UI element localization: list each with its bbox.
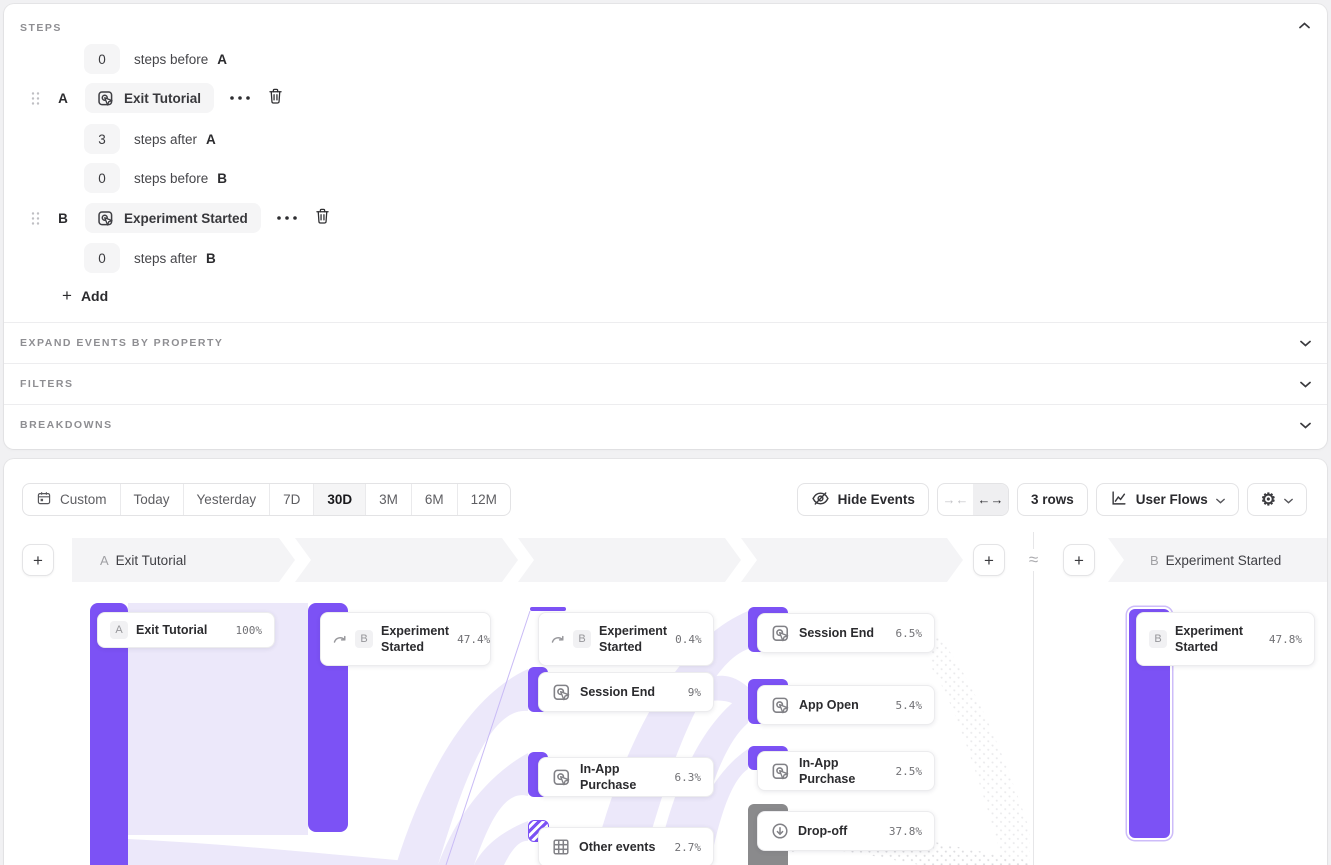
steps-before-a-text: steps before xyxy=(134,52,208,67)
grid-icon xyxy=(551,837,571,857)
step-row-b: B Experiment Started xyxy=(31,203,331,233)
event-cursor-icon xyxy=(770,695,791,716)
delete-step-button[interactable] xyxy=(267,87,284,110)
add-step-label: Add xyxy=(81,288,108,304)
node-label: In-App Purchase xyxy=(580,761,667,794)
step-badge: B xyxy=(573,630,591,648)
event-cursor-icon xyxy=(551,767,572,788)
chevron-down-icon xyxy=(1300,375,1311,393)
step-b-label: B xyxy=(57,211,69,226)
steps-before-a-ref: A xyxy=(217,52,227,67)
section-title: EXPAND EVENTS BY PROPERTY xyxy=(20,337,223,349)
plus-icon: + xyxy=(62,287,72,304)
event-cursor-icon xyxy=(770,761,791,782)
flow-node-card-session-end-65[interactable]: Session End 6.5% xyxy=(757,613,935,653)
event-pill-experiment-started[interactable]: Experiment Started xyxy=(85,203,261,233)
node-label: In-App Purchase xyxy=(799,755,888,788)
flow-node-card-app-open[interactable]: App Open 5.4% xyxy=(757,685,935,725)
chevron-down-icon xyxy=(1300,334,1311,352)
indirect-arrow-icon xyxy=(333,634,347,644)
query-builder-panel: STEPS 0 steps before A A xyxy=(4,4,1327,449)
steps-section-header: STEPS xyxy=(20,18,62,36)
node-label: App Open xyxy=(799,697,859,713)
node-label: Experiment Started xyxy=(381,623,449,656)
node-percent: 47.8% xyxy=(1269,633,1302,646)
node-label: Experiment Started xyxy=(599,623,667,656)
step-a-label: A xyxy=(57,91,69,106)
node-percent: 5.4% xyxy=(896,699,923,712)
node-label: Experiment Started xyxy=(1175,623,1255,656)
node-label: Drop-off xyxy=(798,823,847,839)
indirect-arrow-icon xyxy=(551,634,565,644)
flow-node-card-in-app-purchase-25[interactable]: In-App Purchase 2.5% xyxy=(757,751,935,791)
flow-node-bar-experiment-started-04[interactable] xyxy=(530,607,566,611)
node-label: Other events xyxy=(579,839,655,855)
steps-after-b-input[interactable]: 0 xyxy=(84,243,120,273)
step-row-a: A Exit Tutorial xyxy=(31,83,284,113)
trash-icon xyxy=(314,207,331,230)
event-cursor-icon xyxy=(96,89,115,108)
trash-icon xyxy=(267,87,284,110)
flow-chart-panel: Custom Today Yesterday 7D 30D 3M 6M 12M … xyxy=(4,459,1327,865)
flow-node-card-experiment-started-47[interactable]: B Experiment Started 47.4% xyxy=(320,612,491,666)
chevron-up-icon xyxy=(1299,16,1310,34)
event-cursor-icon xyxy=(96,209,115,228)
arrow-down-circle-icon xyxy=(770,821,790,841)
node-label: Exit Tutorial xyxy=(136,622,207,638)
step-badge: A xyxy=(110,621,128,639)
node-percent: 100% xyxy=(236,624,263,637)
event-pill-exit-tutorial[interactable]: Exit Tutorial xyxy=(85,83,214,113)
steps-after-b-row: 0 steps after B xyxy=(84,243,216,273)
steps-after-b-ref: B xyxy=(206,251,216,266)
step-badge: B xyxy=(1149,630,1167,648)
steps-title: STEPS xyxy=(20,22,62,34)
event-pill-label: Exit Tutorial xyxy=(124,91,201,106)
node-percent: 2.5% xyxy=(896,765,923,778)
steps-before-a-row: 0 steps before A xyxy=(84,44,227,74)
node-percent: 0.4% xyxy=(675,633,702,646)
chevron-down-icon xyxy=(1300,416,1311,434)
section-title: FILTERS xyxy=(20,378,73,390)
steps-after-b-text: steps after xyxy=(134,251,197,266)
step-badge: B xyxy=(355,630,373,648)
section-title: BREAKDOWNS xyxy=(20,419,113,431)
drag-handle-icon[interactable] xyxy=(31,211,40,226)
drag-handle-icon[interactable] xyxy=(31,91,40,106)
steps-before-b-row: 0 steps before B xyxy=(84,163,227,193)
more-options-button[interactable] xyxy=(229,95,251,101)
node-percent: 37.8% xyxy=(889,825,922,838)
node-percent: 6.5% xyxy=(896,627,923,640)
steps-before-b-text: steps before xyxy=(134,171,208,186)
flow-node-card-experiment-started-04[interactable]: B Experiment Started 0.4% xyxy=(538,612,714,666)
section-filters[interactable]: FILTERS xyxy=(4,363,1327,404)
steps-collapse-button[interactable] xyxy=(1297,18,1311,32)
node-percent: 2.7% xyxy=(675,841,702,854)
steps-after-a-text: steps after xyxy=(134,132,197,147)
event-cursor-icon xyxy=(551,682,572,703)
flow-node-card-drop-off[interactable]: Drop-off 37.8% xyxy=(757,811,935,851)
flow-node-card-exit-tutorial[interactable]: A Exit Tutorial 100% xyxy=(97,612,275,648)
steps-after-a-input[interactable]: 3 xyxy=(84,124,120,154)
steps-before-a-input[interactable]: 0 xyxy=(84,44,120,74)
add-step-button[interactable]: + Add xyxy=(62,287,108,304)
event-pill-label: Experiment Started xyxy=(124,211,248,226)
steps-before-b-input[interactable]: 0 xyxy=(84,163,120,193)
section-expand-events-by-property[interactable]: EXPAND EVENTS BY PROPERTY xyxy=(4,322,1327,363)
flow-node-card-other-events[interactable]: Other events 2.7% xyxy=(538,827,714,865)
more-options-button[interactable] xyxy=(276,215,298,221)
steps-after-a-row: 3 steps after A xyxy=(84,124,216,154)
steps-before-b-ref: B xyxy=(217,171,227,186)
flow-node-card-in-app-purchase-63[interactable]: In-App Purchase 6.3% xyxy=(538,757,714,797)
node-percent: 9% xyxy=(688,686,701,699)
node-label: Session End xyxy=(799,625,874,641)
steps-after-a-ref: A xyxy=(206,132,216,147)
event-cursor-icon xyxy=(770,623,791,644)
node-percent: 6.3% xyxy=(675,771,702,784)
flow-node-card-session-end-9[interactable]: Session End 9% xyxy=(538,672,714,712)
node-percent: 47.4% xyxy=(457,633,490,646)
section-breakdowns[interactable]: BREAKDOWNS xyxy=(4,404,1327,445)
flow-node-card-experiment-started-478[interactable]: B Experiment Started 47.8% xyxy=(1136,612,1315,666)
delete-step-button[interactable] xyxy=(314,207,331,230)
node-label: Session End xyxy=(580,684,655,700)
